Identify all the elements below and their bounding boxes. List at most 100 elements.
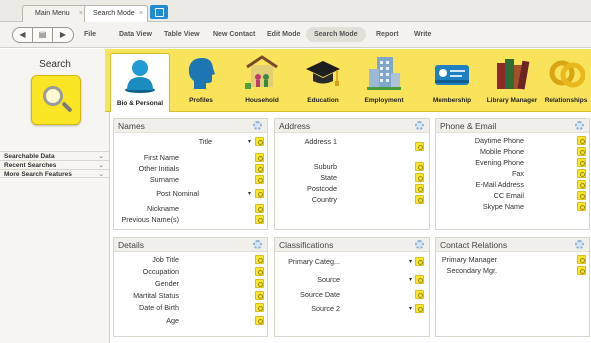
category-label: Employment (364, 97, 404, 104)
field-row[interactable]: Title ▾ (114, 137, 267, 149)
close-icon[interactable]: × (79, 10, 83, 17)
menu-edit-mode[interactable]: Edit Mode (267, 31, 300, 38)
category-label: Education (307, 97, 339, 104)
category-membership[interactable]: Membership (417, 52, 487, 109)
field-row[interactable]: Country (275, 195, 429, 207)
card-header: Details (114, 238, 267, 252)
category-employment[interactable]: Employment (354, 52, 414, 109)
tab-search-mode[interactable]: Search Mode × (84, 5, 148, 22)
search-field-icon[interactable] (415, 304, 424, 313)
category-profiles[interactable]: Profiles (171, 52, 231, 109)
category-relationships[interactable]: Relationships (541, 52, 591, 109)
field-row[interactable]: Secondary Mgr. (436, 266, 589, 278)
search-field-icon[interactable] (577, 266, 586, 275)
dropdown-arrow-icon[interactable]: ▾ (409, 276, 412, 283)
search-field-icon[interactable] (415, 275, 424, 284)
field-label: Gender (155, 279, 179, 288)
field-row[interactable]: Previous Name(s) (114, 215, 267, 227)
list-view-button[interactable]: ▤ (33, 28, 53, 42)
tab-main-menu[interactable]: Main Menu × (22, 5, 88, 22)
gear-icon[interactable] (253, 121, 262, 130)
search-field-icon[interactable] (577, 202, 586, 211)
menu-data-view[interactable]: Data View (119, 31, 152, 38)
search-field-icon[interactable] (255, 316, 264, 325)
gear-icon[interactable] (575, 240, 584, 249)
field-row[interactable]: Source ▾ (275, 275, 429, 287)
search-field-icon[interactable] (255, 175, 264, 184)
back-button[interactable]: ◀ (13, 28, 33, 42)
search-field-icon[interactable] (577, 180, 586, 189)
search-icon[interactable] (31, 75, 81, 125)
field-row[interactable]: Primary Categ... ▾ (275, 257, 429, 269)
search-field-icon[interactable] (415, 173, 424, 182)
recent-searches-section[interactable]: Recent Searches ⌄ (0, 160, 110, 169)
search-field-icon[interactable] (577, 158, 586, 167)
new-tab-icon[interactable] (150, 5, 168, 19)
address-card: Address Address 1 Suburb State Postcode … (274, 118, 430, 230)
more-search-features-section[interactable]: More Search Features ⌄ (0, 169, 110, 178)
gear-icon[interactable] (415, 121, 424, 130)
field-row[interactable]: Surname (114, 175, 267, 187)
field-row[interactable]: Post Nominal ▾ (114, 189, 267, 201)
field-row[interactable]: Source 2 ▾ (275, 304, 429, 316)
search-field-icon[interactable] (255, 291, 264, 300)
category-household[interactable]: Household (232, 52, 292, 109)
field-row[interactable]: Occupation (114, 267, 267, 279)
dropdown-arrow-icon[interactable]: ▾ (409, 258, 412, 265)
field-row[interactable]: Skype Name (436, 202, 589, 214)
gear-icon[interactable] (415, 240, 424, 249)
dropdown-arrow-icon[interactable]: ▾ (409, 305, 412, 312)
field-row[interactable]: Age (114, 316, 267, 328)
field-row[interactable]: Date of Birth (114, 303, 267, 315)
menu-search-mode[interactable]: Search Mode (306, 27, 366, 42)
search-field-icon[interactable] (415, 162, 424, 171)
category-library-manager[interactable]: Library Manager (483, 52, 541, 109)
dropdown-arrow-icon[interactable]: ▾ (248, 138, 251, 145)
search-field-icon[interactable] (577, 147, 586, 156)
menu-new-contact[interactable]: New Contact (213, 31, 255, 38)
search-field-icon[interactable] (255, 137, 264, 146)
menu-file[interactable]: File (84, 31, 96, 38)
field-row[interactable]: Martital Status (114, 291, 267, 303)
search-field-icon[interactable] (415, 184, 424, 193)
search-field-icon[interactable] (415, 195, 424, 204)
search-field-icon[interactable] (255, 164, 264, 173)
search-field-icon[interactable] (255, 303, 264, 312)
field-label: Nickname (147, 204, 179, 213)
field-label: Address 1 (304, 137, 337, 146)
search-field-icon[interactable] (255, 204, 264, 213)
field-row[interactable]: Job Title (114, 255, 267, 267)
field-label: Other Initials (138, 164, 179, 173)
search-field-icon[interactable] (255, 255, 264, 264)
search-field-icon[interactable] (255, 153, 264, 162)
field-label: Occupation (142, 267, 179, 276)
search-field-icon[interactable] (577, 255, 586, 264)
field-row[interactable]: Address 1 (275, 137, 429, 151)
searchable-data-section[interactable]: Searchable Data ⌄ (0, 151, 110, 160)
search-field-icon[interactable] (577, 169, 586, 178)
menu-report[interactable]: Report (376, 31, 399, 38)
category-bio-personal[interactable]: Bio & Personal (110, 53, 170, 112)
field-label: Evening Phone (475, 158, 524, 167)
gear-icon[interactable] (575, 121, 584, 130)
menu-table-view[interactable]: Table View (164, 31, 200, 38)
search-field-icon[interactable] (255, 279, 264, 288)
gear-icon[interactable] (253, 240, 262, 249)
category-education[interactable]: Education (293, 52, 353, 109)
search-field-icon[interactable] (415, 290, 424, 299)
field-row[interactable]: Gender (114, 279, 267, 291)
field-label: Source 2 (311, 304, 340, 313)
search-field-icon[interactable] (577, 191, 586, 200)
field-row[interactable]: Source Date (275, 290, 429, 302)
search-field-icon[interactable] (415, 257, 424, 266)
search-field-icon[interactable] (255, 189, 264, 198)
field-label: Source (317, 275, 340, 284)
close-icon[interactable]: × (139, 10, 143, 17)
search-field-icon[interactable] (255, 267, 264, 276)
search-field-icon[interactable] (577, 136, 586, 145)
dropdown-arrow-icon[interactable]: ▾ (248, 190, 251, 197)
menu-write[interactable]: Write (414, 31, 431, 38)
search-field-icon[interactable] (255, 215, 264, 224)
search-field-icon[interactable] (415, 142, 424, 151)
forward-button[interactable]: ▶ (53, 28, 73, 42)
